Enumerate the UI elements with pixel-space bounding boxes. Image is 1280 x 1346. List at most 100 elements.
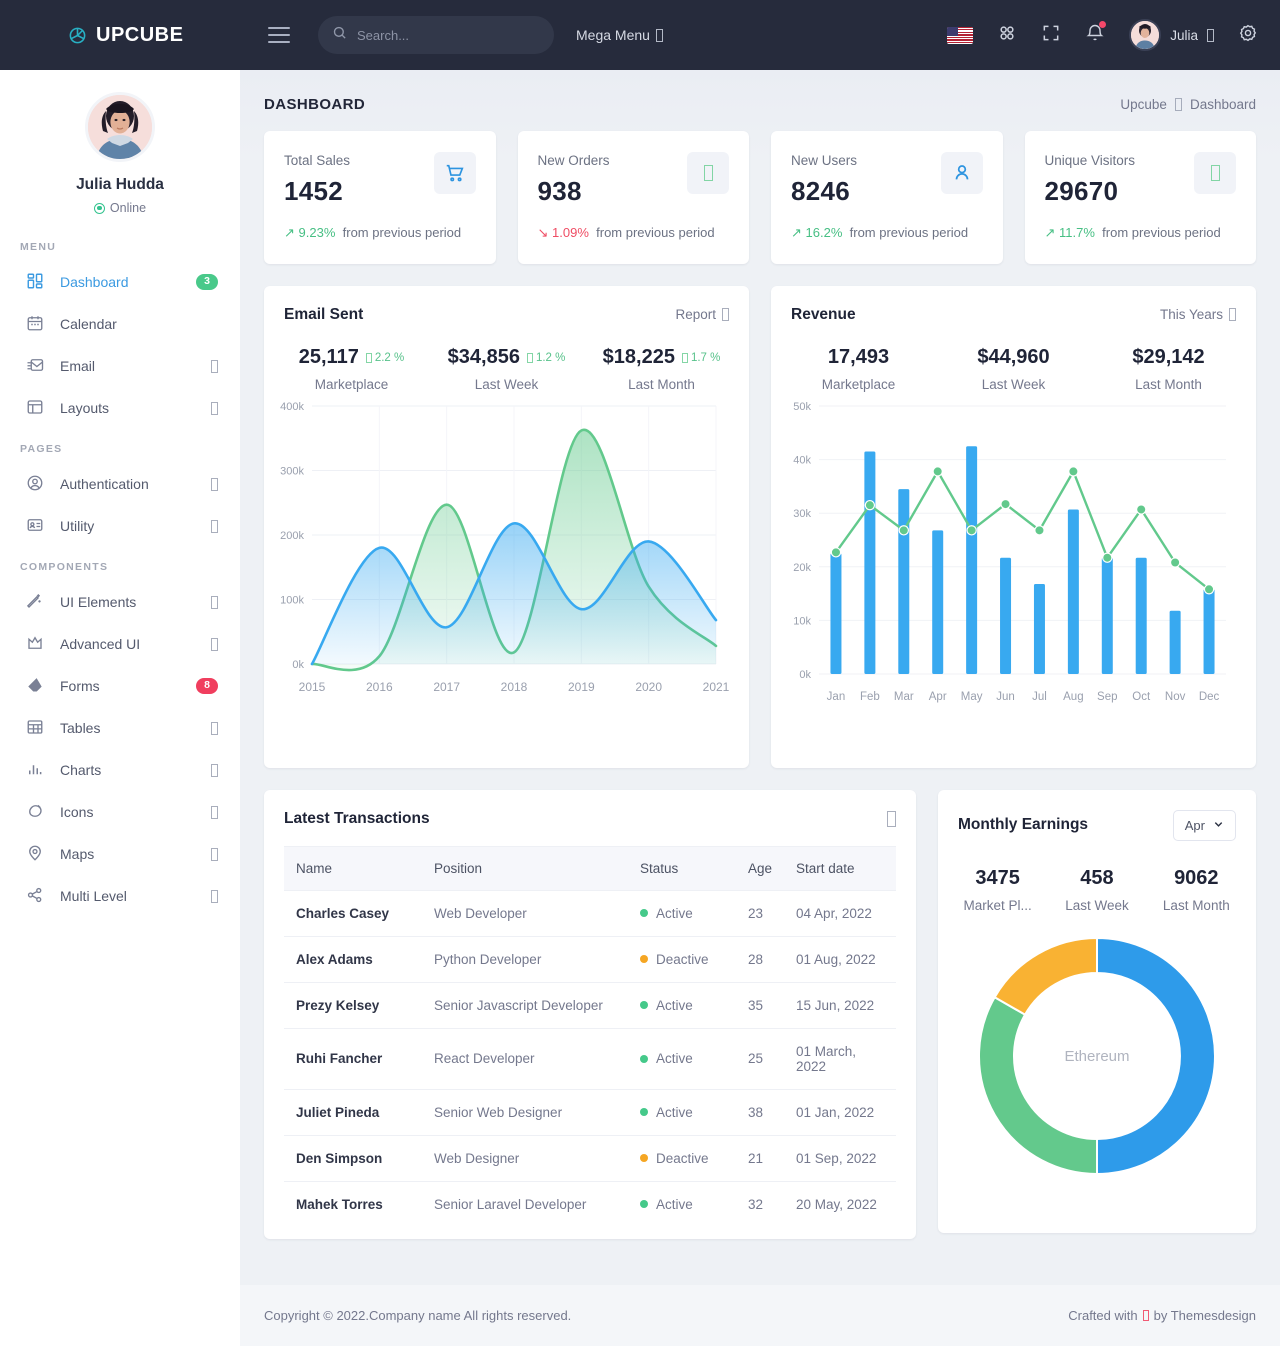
svg-text:50k: 50k — [793, 401, 811, 413]
eraser-icon — [26, 676, 46, 696]
svg-text:20k: 20k — [793, 562, 811, 574]
breadcrumb-root[interactable]: Upcube — [1120, 97, 1167, 112]
report-dropdown[interactable]: Report — [675, 307, 729, 322]
cell-age: 23 — [736, 890, 785, 937]
us-flag-icon[interactable] — [947, 26, 974, 44]
avatar[interactable] — [85, 92, 155, 162]
svg-text:40k: 40k — [793, 454, 811, 466]
sidebar-item-advanced-ui[interactable]: Advanced UI — [0, 623, 240, 665]
id-card-icon — [26, 516, 46, 536]
caret-down-icon — [1207, 28, 1214, 42]
gear-icon[interactable] — [1238, 23, 1258, 48]
sidebar-item-label: UI Elements — [60, 594, 137, 610]
table-row[interactable]: Charles Casey Web Developer Active 23 04 Apr… — [284, 890, 896, 937]
trend-up-icon: ↗ — [284, 225, 295, 240]
sidebar-item-calendar[interactable]: Calendar — [0, 303, 240, 345]
donut-center-label: Ethereum — [1064, 1048, 1129, 1065]
stat-card-unique-visitors: Unique Visitors 29670 ↗ 11.7% from previ… — [1024, 131, 1256, 264]
mega-menu-button[interactable]: Mega Menu — [576, 27, 663, 43]
cell-name: Alex Adams — [284, 936, 422, 983]
table-row[interactable]: Alex Adams Python Developer Deactive 28 01 A… — [284, 936, 896, 983]
status-dot — [640, 1200, 648, 1209]
cell-name: Den Simpson — [284, 1135, 422, 1182]
svg-text:2020: 2020 — [635, 680, 662, 694]
stat-card-new-users: New Users 8246 ↗ 16.2% from previous per… — [771, 131, 1003, 264]
sidebar-item-charts[interactable]: Charts — [0, 749, 240, 791]
sidebar-item-dashboard[interactable]: Dashboard 3 — [0, 261, 240, 303]
search-input[interactable] — [357, 27, 540, 43]
table-row[interactable]: Juliet Pineda Senior Web Designer Active 38… — [284, 1089, 896, 1136]
svg-text:2016: 2016 — [366, 680, 393, 694]
mini-stat-caption: Last Week — [1065, 897, 1129, 913]
stat-delta: ↗ 9.23% from previous period — [284, 223, 476, 244]
sidebar-item-forms[interactable]: Forms 8 — [0, 665, 240, 707]
cell-start-date: 01 March, 2022 — [784, 1028, 896, 1090]
mini-stat: 9062 Last Month — [1147, 867, 1246, 913]
transactions-menu-button[interactable] — [887, 810, 896, 827]
sidebar-profile: Julia Hudda Online — [0, 70, 240, 227]
stat-delta-value: 9.23% — [298, 225, 336, 240]
fullscreen-icon[interactable] — [1041, 23, 1061, 48]
bell-icon[interactable] — [1085, 20, 1107, 48]
sidebar-item-icons[interactable]: Icons — [0, 791, 240, 833]
latest-transactions-panel: Latest Transactions Name Position Status… — [264, 789, 916, 1239]
status-dot — [640, 1001, 648, 1010]
footer-copyright: Copyright © 2022.Company name All rights… — [264, 1308, 572, 1323]
grid-apps-icon[interactable] — [997, 23, 1017, 48]
hamburger-icon[interactable] — [268, 27, 290, 43]
this-years-dropdown[interactable]: This Years — [1160, 307, 1236, 322]
sidebar-badge: 3 — [196, 273, 218, 291]
table-row[interactable]: Mahek Torres Senior Laravel Developer Acti… — [284, 1181, 896, 1227]
chevron-right-icon — [211, 595, 218, 609]
svg-text:10k: 10k — [793, 615, 811, 627]
stat-delta-suffix: from previous period — [342, 225, 462, 240]
chevron-right-icon — [211, 847, 218, 861]
mini-stat-value: $18,225 — [602, 345, 675, 368]
sidebar: Julia Hudda Online MENU Dashboard 3 Cale… — [0, 70, 240, 1346]
sidebar-item-maps[interactable]: Maps — [0, 833, 240, 875]
mini-stat: $29,142 Last Month — [1091, 346, 1246, 392]
stat-delta-value: 16.2% — [805, 225, 843, 240]
sidebar-item-authentication[interactable]: Authentication — [0, 463, 240, 505]
sidebar-item-tables[interactable]: Tables — [0, 707, 240, 749]
table-row[interactable]: Den Simpson Web Designer Deactive 21 01 Sep,… — [284, 1135, 896, 1182]
search-box[interactable] — [318, 16, 554, 54]
svg-text:2019: 2019 — [568, 680, 595, 694]
page-title: DASHBOARD — [264, 96, 366, 113]
donut-slice[interactable] — [993, 936, 1098, 1016]
user-menu[interactable]: Julia — [1129, 19, 1214, 51]
ellipsis-icon — [887, 810, 896, 827]
search-icon — [332, 25, 347, 45]
chevron-right-icon — [211, 763, 218, 777]
trend-up-icon: ↗ — [791, 225, 802, 240]
brand-logo[interactable]: UPCUBE — [0, 24, 240, 47]
sidebar-caption-pages: PAGES — [20, 443, 63, 455]
status-label: Deactive — [656, 951, 709, 967]
sidebar-item-multi-level[interactable]: Multi Level — [0, 875, 240, 917]
this-years-label: This Years — [1159, 307, 1223, 323]
mini-stat-caption: Market Pl... — [963, 897, 1032, 913]
sidebar-item-email[interactable]: Email — [0, 345, 240, 387]
donut-slice[interactable] — [978, 995, 1098, 1175]
month-select[interactable]: Apr — [1172, 809, 1236, 841]
stat-cards-row: Total Sales 1452 ↗ 9.23% from previous p… — [240, 113, 1280, 264]
sidebar-item-layouts[interactable]: Layouts — [0, 387, 240, 429]
panel-title: Revenue — [791, 305, 856, 323]
mini-stat-caption: Last Month — [1162, 897, 1230, 913]
table-row[interactable]: Ruhi Fancher React Developer Active 25 01 Ma… — [284, 1028, 896, 1090]
sidebar-item-label: Advanced UI — [60, 636, 141, 652]
email-area-chart: 0k 100k 200k 300k 400k 2015 2016 2017 2018 2019 20… — [264, 392, 749, 727]
status-label: Deactive — [656, 1150, 709, 1166]
sidebar-caption-components: COMPONENTS — [20, 561, 109, 573]
table-row[interactable]: Prezy Kelsey Senior Javascript Developer A… — [284, 982, 896, 1029]
cell-name: Mahek Torres — [296, 1196, 383, 1212]
sidebar-item-ui-elements[interactable]: UI Elements — [0, 581, 240, 623]
cell-age: 32 — [748, 1196, 764, 1212]
mini-stat-value: $44,960 — [977, 345, 1050, 368]
stat-delta: ↗ 16.2% from previous period — [791, 223, 983, 244]
chevron-down-icon — [1213, 818, 1224, 833]
earnings-donut-chart: Ethereum — [938, 913, 1256, 1181]
status-dot — [640, 955, 648, 964]
user-circle-icon — [26, 474, 46, 494]
sidebar-item-utility[interactable]: Utility — [0, 505, 240, 547]
